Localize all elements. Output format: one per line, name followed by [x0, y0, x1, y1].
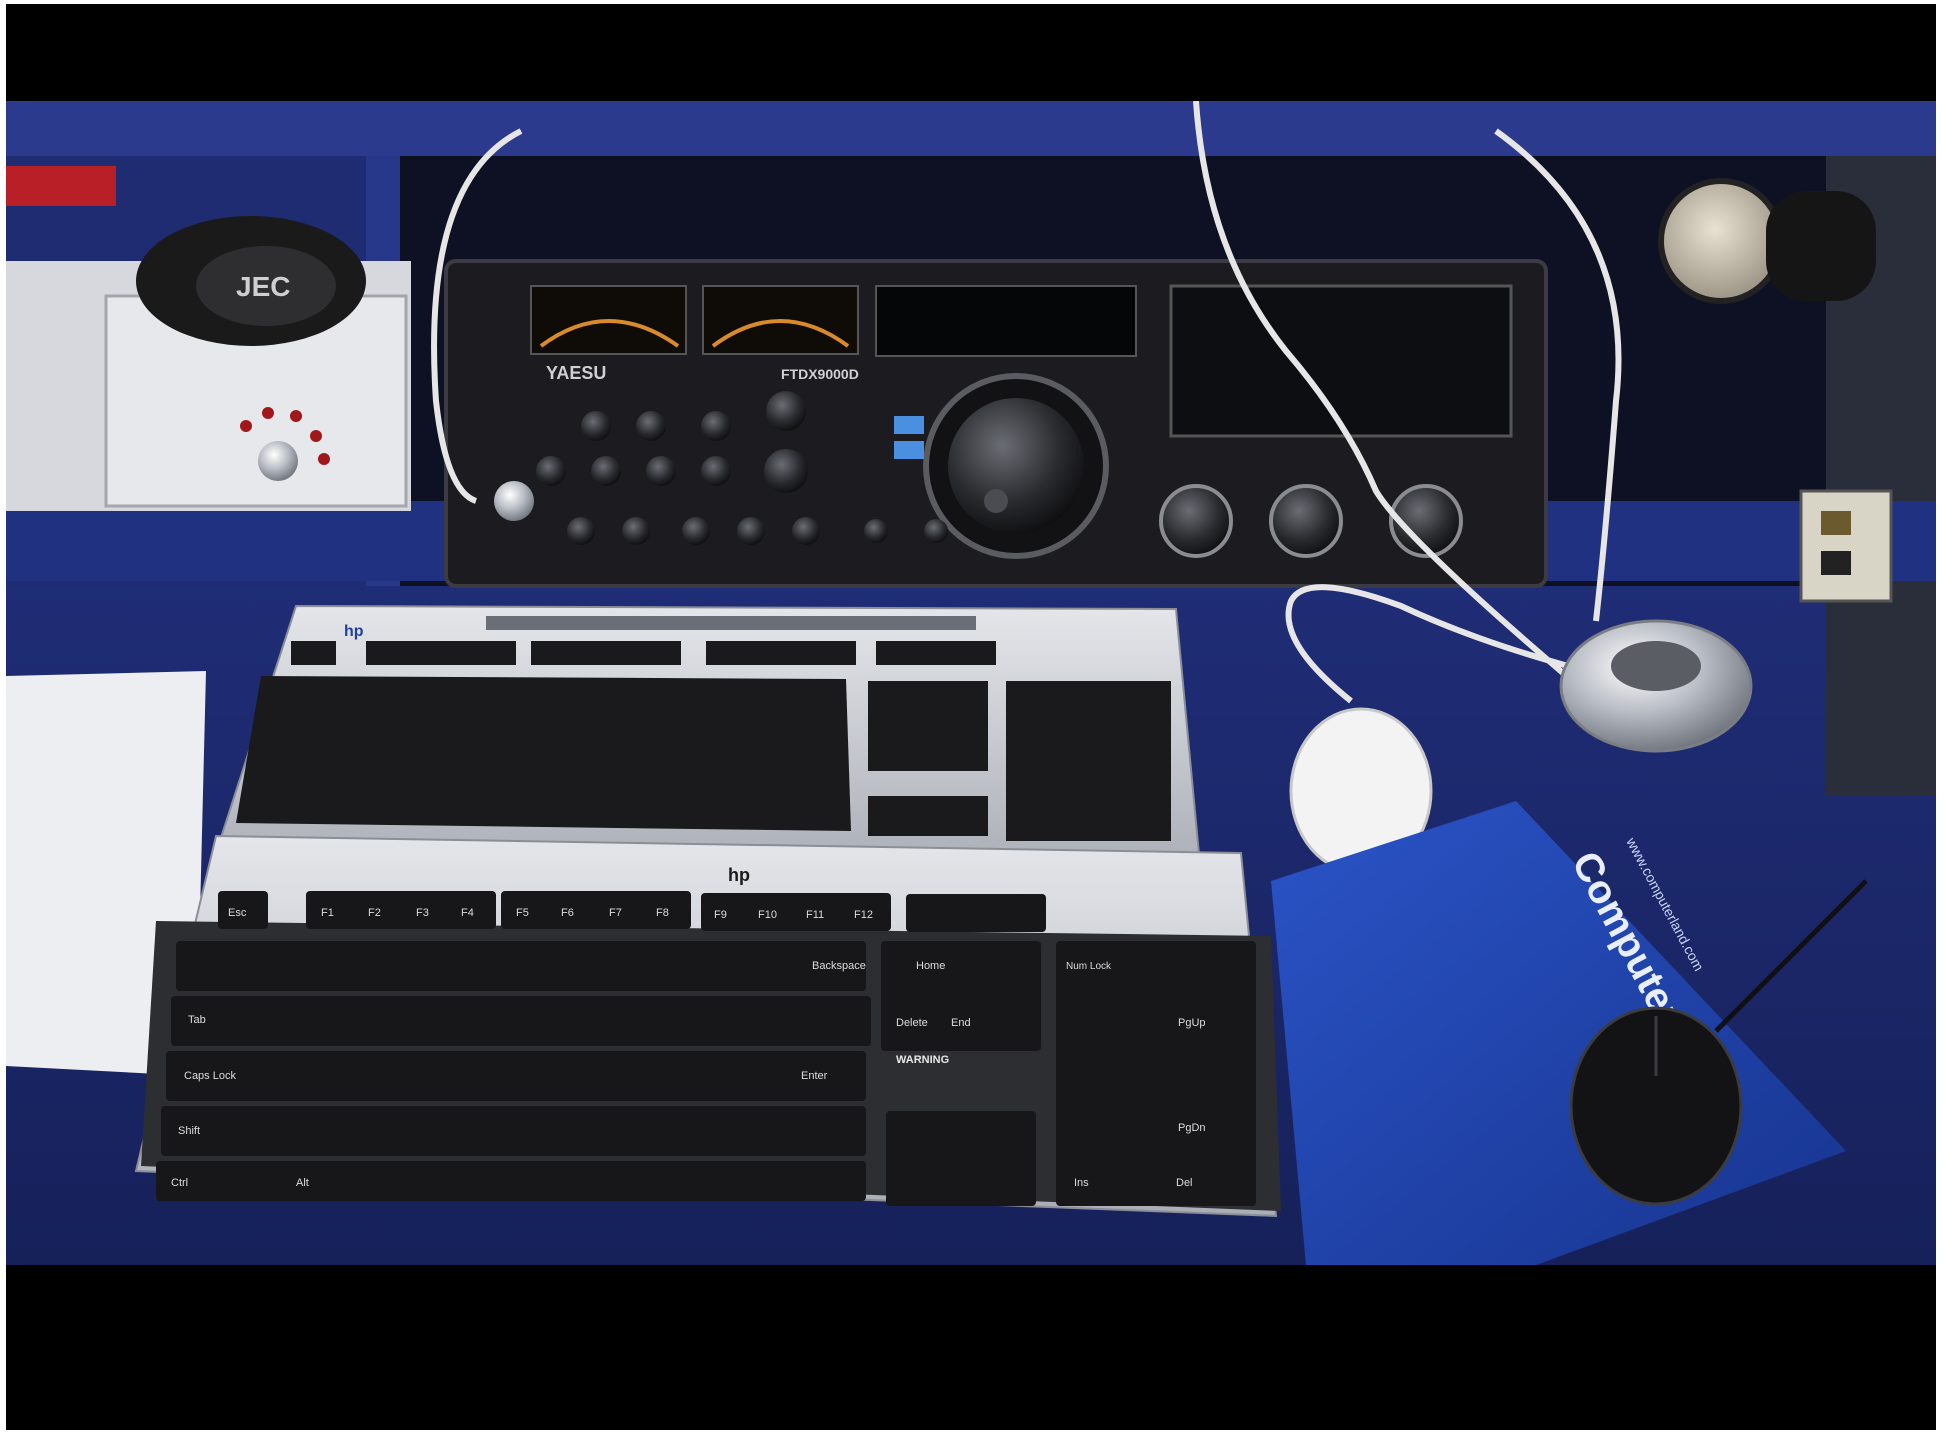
svg-text:F8: F8	[656, 907, 669, 919]
outlet-plate	[1799, 489, 1893, 603]
svg-text:Backspace: Backspace	[812, 960, 866, 972]
outlet-socket	[1821, 511, 1851, 535]
photo-frame: JEC YAESU FTDX9000D hp hp Esc F1 F2 F3 F…	[6, 4, 1936, 1430]
radio-model: FTDX9000D	[781, 366, 859, 382]
svg-text:F4: F4	[461, 907, 474, 919]
svg-text:F11: F11	[806, 909, 824, 921]
svg-text:End: End	[951, 1017, 971, 1029]
svg-text:F5: F5	[516, 907, 529, 919]
red-object	[6, 166, 116, 206]
keyboard-front: hp Esc F1 F2 F3 F4 F5 F6 F7 F8 F9 F10 F1…	[134, 834, 1281, 1218]
selector-knob	[258, 441, 298, 481]
upper-shelf	[6, 101, 1936, 156]
radio-screen	[1169, 284, 1513, 438]
outlet-socket	[1821, 551, 1851, 575]
radio-display	[875, 285, 1137, 357]
svg-text:F7: F7	[609, 907, 622, 919]
svg-text:Ctrl: Ctrl	[171, 1177, 188, 1189]
svg-text:Enter: Enter	[801, 1070, 828, 1082]
radio-knob	[1159, 484, 1233, 558]
svg-text:Caps Lock: Caps Lock	[184, 1070, 236, 1082]
warning-label: WARNING	[896, 1054, 949, 1066]
microphone-head	[1658, 178, 1784, 304]
svg-text:F2: F2	[368, 907, 381, 919]
microphone-body	[1766, 191, 1876, 301]
svg-text:Shift: Shift	[178, 1125, 200, 1137]
keyboard-back: hp	[214, 604, 1203, 878]
svg-text:Delete: Delete	[896, 1017, 928, 1029]
svg-text:Home: Home	[916, 960, 945, 972]
desk-photo: JEC YAESU FTDX9000D hp hp Esc F1 F2 F3 F…	[6, 101, 1936, 1265]
svg-text:Del: Del	[1176, 1177, 1193, 1189]
headphone-logo: JEC	[236, 271, 290, 302]
svg-text:Tab: Tab	[188, 1014, 206, 1026]
svg-text:F9: F9	[714, 909, 727, 921]
svg-text:PgUp: PgUp	[1178, 1017, 1206, 1029]
svg-text:F12: F12	[854, 909, 873, 921]
svg-text:Ins: Ins	[1074, 1177, 1089, 1189]
svg-text:Esc: Esc	[228, 907, 247, 919]
svg-text:F10: F10	[758, 909, 777, 921]
hp-logo: hp	[728, 865, 750, 885]
hp-logo: hp	[344, 623, 364, 640]
svg-text:PgDn: PgDn	[1178, 1122, 1206, 1134]
mic-jack	[494, 481, 534, 521]
radio-button	[894, 416, 924, 434]
main-key-block	[156, 941, 1256, 1206]
svg-text:F1: F1	[321, 907, 334, 919]
radio-brand: YAESU	[546, 363, 606, 383]
svg-text:Alt: Alt	[296, 1177, 309, 1189]
svg-text:Num Lock: Num Lock	[1066, 961, 1112, 972]
svg-text:F6: F6	[561, 907, 574, 919]
radio-knob	[1269, 484, 1343, 558]
radio-button	[894, 441, 924, 459]
svg-text:F3: F3	[416, 907, 429, 919]
